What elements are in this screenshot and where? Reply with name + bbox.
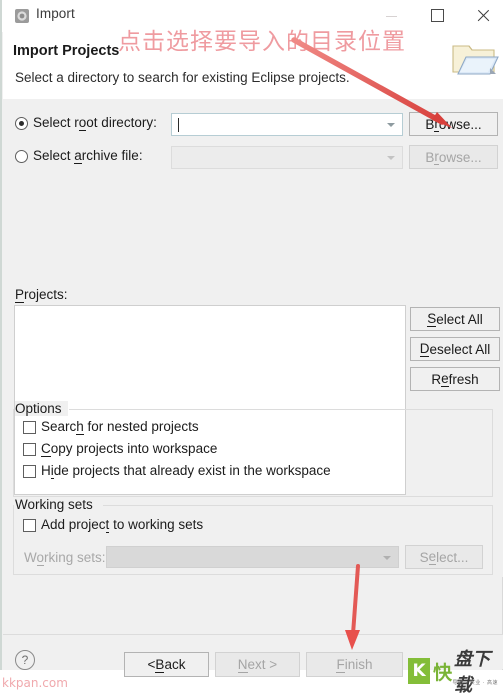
label-part: lect... (436, 549, 469, 565)
select-all-button[interactable]: Select All (410, 307, 500, 331)
label-part: rking sets: (44, 550, 106, 565)
label-part: ext > (247, 657, 278, 672)
label-part: H (41, 463, 51, 478)
label-part: inish (344, 657, 373, 672)
chevron-down-icon[interactable] (387, 123, 395, 127)
label-mnemonic: e (441, 371, 449, 387)
label-part: R (431, 371, 442, 387)
label-mnemonic: B (155, 656, 165, 673)
label-part: owse... (438, 149, 482, 165)
maximize-button[interactable] (414, 0, 460, 31)
label-part: eselect All (429, 341, 491, 357)
root-directory-combo[interactable] (171, 113, 403, 136)
label-mnemonic: h (76, 419, 84, 435)
working-sets-combo (106, 546, 399, 568)
label-part: S (419, 549, 429, 565)
label-mnemonic: D (419, 341, 430, 357)
label-part: Select (33, 148, 75, 163)
label-part: B (425, 116, 435, 132)
label-mnemonic: C (41, 441, 51, 457)
label-part: B (425, 149, 435, 165)
open-folder-icon (452, 45, 499, 75)
page-title: Import Projects (13, 43, 120, 59)
chevron-down-icon (387, 156, 395, 160)
label-part: rojects: (24, 287, 68, 302)
label-part: W (24, 550, 37, 565)
eclipse-import-icon (15, 9, 29, 23)
label-mnemonic: S (427, 311, 437, 327)
watermark-brand-sub: 导航 · 实业 · 高速 (452, 680, 498, 686)
import-dialog: Import Import Projects Select a director… (0, 0, 503, 670)
chevron-down-icon (383, 556, 391, 560)
label-mnemonic: a (74, 148, 82, 164)
deselect-all-button[interactable]: Deselect All (410, 337, 500, 361)
minimize-icon (385, 16, 397, 17)
copy-projects-checkbox[interactable] (23, 443, 36, 456)
label-part: Select r (33, 115, 79, 130)
select-archive-file-label: Select archive file: (33, 148, 143, 164)
label-part: Add projec (41, 517, 106, 532)
label-mnemonic: F (336, 656, 345, 673)
label-part: owse... (438, 116, 482, 132)
label-part: fresh (448, 371, 479, 387)
label-part: elect All (436, 311, 483, 327)
label-mnemonic: e (428, 549, 437, 565)
label-part: < (147, 657, 156, 672)
add-project-to-working-sets-checkbox[interactable] (23, 519, 36, 532)
next-button: Next > (215, 652, 300, 677)
watermark-brand-rest: 盘下载 (454, 649, 491, 694)
label-part: for nested projects (83, 419, 199, 434)
browse-archive-file-button: Br owse... (409, 145, 498, 169)
watermark-brand-first: 快 (433, 661, 453, 684)
finish-button: Finish (306, 652, 403, 677)
add-project-to-working-sets-label: Add project to working sets (41, 517, 204, 533)
close-icon (477, 9, 490, 22)
close-button[interactable] (460, 0, 503, 31)
working-sets-combo-label: Working sets: (24, 550, 106, 566)
label-mnemonic: P (15, 287, 25, 303)
search-nested-projects-label: Search for nested projects (41, 419, 199, 435)
hide-existing-projects-label: Hide projects that already exist in the … (41, 463, 331, 479)
label-part: ack (164, 657, 186, 672)
copy-projects-label: Copy projects into workspace (41, 441, 218, 457)
select-root-directory-radio[interactable] (15, 117, 28, 130)
page-description: Select a directory to search for existin… (15, 70, 350, 85)
label-mnemonic: o (36, 550, 45, 566)
archive-file-combo (171, 146, 403, 169)
working-sets-select-button: Se lect... (405, 545, 483, 569)
site-url-text: kkpan.com (2, 676, 68, 690)
text-caret (178, 118, 179, 132)
label-part: to working sets (109, 517, 204, 532)
annotation-callout-text: 点击选择要导入的目录位置 (118, 29, 406, 55)
select-root-directory-label: Select root directory: (33, 115, 157, 131)
label-mnemonic: N (237, 656, 248, 673)
select-archive-file-radio[interactable] (15, 150, 28, 163)
refresh-button[interactable]: Re fresh (410, 367, 500, 391)
search-nested-projects-checkbox[interactable] (23, 421, 36, 434)
label-part: opy projects into workspace (50, 441, 218, 456)
dialog-title: Import (36, 6, 75, 21)
screenshot-root: Import Import Projects Select a director… (0, 0, 503, 694)
maximize-icon (430, 9, 444, 22)
watermark-mark-icon: K (408, 658, 431, 684)
projects-label: Projects: (15, 287, 68, 303)
hide-existing-projects-checkbox[interactable] (23, 465, 36, 478)
watermark-logo: K 快 盘下载 导航 · 实业 · 高速 (408, 649, 500, 694)
label-part: de projects that already exist in the wo… (53, 463, 331, 478)
label-part: rchive file: (81, 148, 143, 163)
dialog-body: Select root directory: Select archive fi… (3, 99, 503, 577)
browse-root-directory-button[interactable]: Br owse... (409, 112, 498, 136)
help-icon[interactable]: ? (15, 650, 35, 670)
back-button[interactable]: < Back (124, 652, 209, 677)
label-part: Searc (41, 419, 77, 434)
label-part: ot directory: (86, 115, 157, 130)
